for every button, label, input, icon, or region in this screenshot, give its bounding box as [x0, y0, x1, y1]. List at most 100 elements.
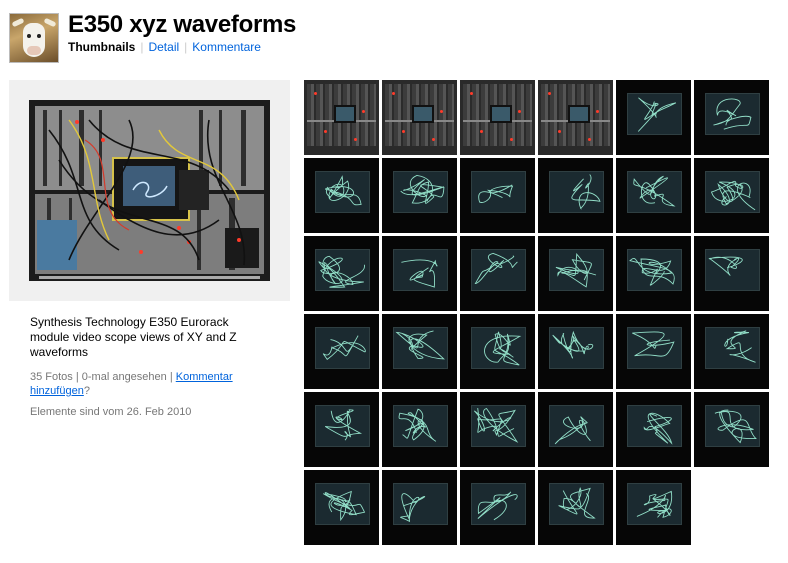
thumbnail[interactable] [382, 80, 457, 155]
avatar-eye-right [37, 34, 41, 38]
waveform-trace [322, 490, 366, 522]
thumbnail[interactable] [460, 236, 535, 311]
thumbnail[interactable] [460, 314, 535, 389]
waveform-trace [629, 258, 675, 286]
avatar-horn-left [11, 17, 25, 28]
user-avatar[interactable] [9, 13, 59, 63]
avatar-horn-right [43, 17, 57, 28]
waveform-trace [400, 493, 426, 523]
led-indicator [440, 110, 443, 113]
thumbnail[interactable] [694, 158, 769, 233]
avatar-snout [27, 46, 41, 55]
scope-screen [334, 105, 356, 123]
waveform-trace [474, 252, 518, 284]
thumbnail[interactable] [694, 392, 769, 467]
thumbnail[interactable] [382, 470, 457, 545]
waveform-trace [714, 409, 757, 444]
waveform-trace [554, 416, 591, 445]
thumbnail[interactable] [304, 236, 379, 311]
waveform-trace [395, 330, 446, 360]
thumbnail[interactable] [304, 314, 379, 389]
set-stats: 35 Fotos | 0-mal angesehen | Kommentar h… [30, 370, 270, 398]
set-cover-photo[interactable] [29, 100, 270, 281]
thumbnail[interactable] [616, 392, 691, 467]
waveform-trace [477, 491, 518, 521]
set-cover-panel [9, 80, 290, 301]
scope-screen [412, 105, 434, 123]
thumbnail[interactable] [382, 158, 457, 233]
led-indicator [432, 138, 435, 141]
nav-separator: | [140, 40, 144, 54]
set-stats-suffix: ? [83, 385, 90, 397]
led-indicator [558, 130, 561, 133]
set-stats-text: 35 Fotos | 0-mal angesehen | [30, 371, 176, 383]
waveform-trace [473, 407, 519, 443]
led-indicator [548, 92, 551, 95]
scope-screen [568, 105, 590, 123]
thumbnail[interactable] [460, 80, 535, 155]
thumbnail[interactable] [538, 392, 613, 467]
thumbnail[interactable] [304, 470, 379, 545]
led-indicator [362, 110, 365, 113]
scope-screen [490, 105, 512, 123]
waveform-trace [478, 184, 514, 203]
thumbnail[interactable] [382, 392, 457, 467]
thumbnail[interactable] [382, 236, 457, 311]
thumbnail[interactable] [304, 392, 379, 467]
thumbnail[interactable] [616, 236, 691, 311]
led-indicator [518, 110, 521, 113]
waveform-trace [555, 252, 597, 288]
thumbnail[interactable] [460, 470, 535, 545]
thumbnail[interactable] [616, 470, 691, 545]
waveform-trace [633, 175, 676, 207]
waveform-trace [318, 255, 365, 288]
waveform-trace [401, 259, 438, 288]
thumbnail[interactable] [382, 314, 457, 389]
set-date: Elemente sind vom 26. Feb 2010 [30, 406, 192, 418]
avatar-eye-left [27, 34, 31, 38]
thumbnail[interactable] [694, 236, 769, 311]
nav-separator: | [184, 40, 188, 54]
thumbnail[interactable] [694, 314, 769, 389]
led-indicator [480, 130, 483, 133]
waveform-trace [724, 330, 756, 363]
led-indicator [314, 92, 317, 95]
thumbnail[interactable] [538, 158, 613, 233]
waveform-trace [632, 331, 675, 357]
waveform-trace [643, 412, 673, 445]
thumbnail[interactable] [694, 80, 769, 155]
waveform-trace [636, 490, 673, 518]
page-title: E350 xyz waveforms [68, 11, 297, 38]
tab-thumbnails: Thumbnails [68, 40, 136, 54]
led-indicator [324, 130, 327, 133]
thumbnail[interactable] [616, 80, 691, 155]
set-description: Synthesis Technology E350 Eurorack modul… [30, 315, 237, 359]
thumbnail[interactable] [616, 314, 691, 389]
waveform-trace [710, 180, 756, 211]
thumbnail[interactable] [538, 470, 613, 545]
waveform-trace [637, 97, 677, 132]
view-nav: Thumbnails | Detail | Kommentare [68, 40, 261, 54]
thumbnail[interactable] [304, 158, 379, 233]
thumbnail[interactable] [538, 314, 613, 389]
waveform-trace [398, 408, 437, 442]
waveform-trace [322, 335, 366, 361]
led-indicator [470, 92, 473, 95]
waveform-trace [484, 331, 522, 366]
eurorack-photo-image [29, 100, 270, 281]
thumbnail[interactable] [460, 158, 535, 233]
tab-detail[interactable]: Detail [148, 40, 179, 54]
led-indicator [510, 138, 513, 141]
thumbnail[interactable] [538, 236, 613, 311]
waveform-trace [552, 330, 594, 359]
thumbnail[interactable] [538, 80, 613, 155]
thumbnail[interactable] [460, 392, 535, 467]
led-indicator [354, 138, 357, 141]
thumbnail[interactable] [304, 80, 379, 155]
led-indicator [392, 92, 395, 95]
tab-comments[interactable]: Kommentare [192, 40, 261, 54]
waveform-trace [324, 175, 362, 206]
waveform-trace [324, 409, 363, 441]
led-indicator [596, 110, 599, 113]
thumbnail[interactable] [616, 158, 691, 233]
